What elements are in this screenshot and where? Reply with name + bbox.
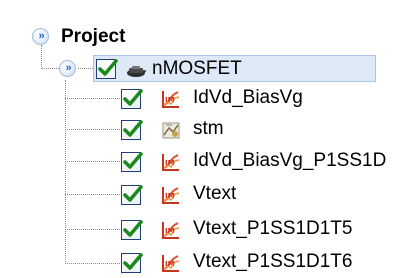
check-icon [123,120,143,137]
check-icon [123,253,143,270]
tool-label: IdVd_BiasVg [193,87,303,108]
tree-node-tool[interactable]: IM Vtext_P1SS1D1T6 [0,248,409,278]
svg-text:IM: IM [165,159,175,167]
tool-checkbox[interactable] [121,89,143,109]
tool-checkbox[interactable] [121,120,143,140]
check-icon [123,152,143,169]
svg-text:IM: IM [165,192,175,200]
simulation-tool-icon: IM [162,154,180,171]
svg-text:IM: IM [165,260,175,268]
tree-node-device[interactable]: » nMOSFET [0,54,409,84]
tool-label: Vtext [193,183,237,204]
check-icon [98,59,118,76]
tool-checkbox[interactable] [121,185,143,205]
tool-checkbox[interactable] [121,220,143,240]
svg-text:IM: IM [165,227,175,235]
simulation-tool-icon: IM [162,187,180,204]
svg-text:IM: IM [165,96,175,104]
device-checkbox[interactable] [96,59,118,79]
device-label: nMOSFET [152,58,242,79]
tree-node-tool[interactable]: IM IdVd_BiasVg [0,84,409,114]
tree-node-tool[interactable]: IM Vtext [0,180,409,210]
expand-double-chevron-icon[interactable]: » [32,28,49,45]
expand-double-chevron-icon[interactable]: » [59,60,76,77]
tree-root-row[interactable]: » Project [0,22,409,52]
tree-node-tool[interactable]: IM Vtext_P1SS1D1T5 [0,215,409,245]
structure-tool-icon [162,122,180,139]
tool-label: stm [193,118,224,139]
project-tree: » Project » nMOSFET IM IdVd_BiasVg stm I… [0,0,409,276]
simulation-tool-icon: IM [162,255,180,272]
tree-node-tool[interactable]: IM IdVd_BiasVg_P1SS1D [0,147,409,177]
check-icon [123,185,143,202]
tool-checkbox[interactable] [121,253,143,273]
tree-node-tool[interactable]: stm [0,115,409,145]
tool-label: Vtext_P1SS1D1T5 [193,218,353,239]
tool-label: IdVd_BiasVg_P1SS1D [193,150,387,171]
simulation-tool-icon: IM [162,222,180,239]
mosfet-device-icon [127,66,146,77]
check-icon [123,220,143,237]
tool-label: Vtext_P1SS1D1T6 [193,251,353,272]
tool-checkbox[interactable] [121,152,143,172]
check-icon [123,89,143,106]
simulation-tool-icon: IM [162,91,180,108]
project-label: Project [61,26,126,47]
